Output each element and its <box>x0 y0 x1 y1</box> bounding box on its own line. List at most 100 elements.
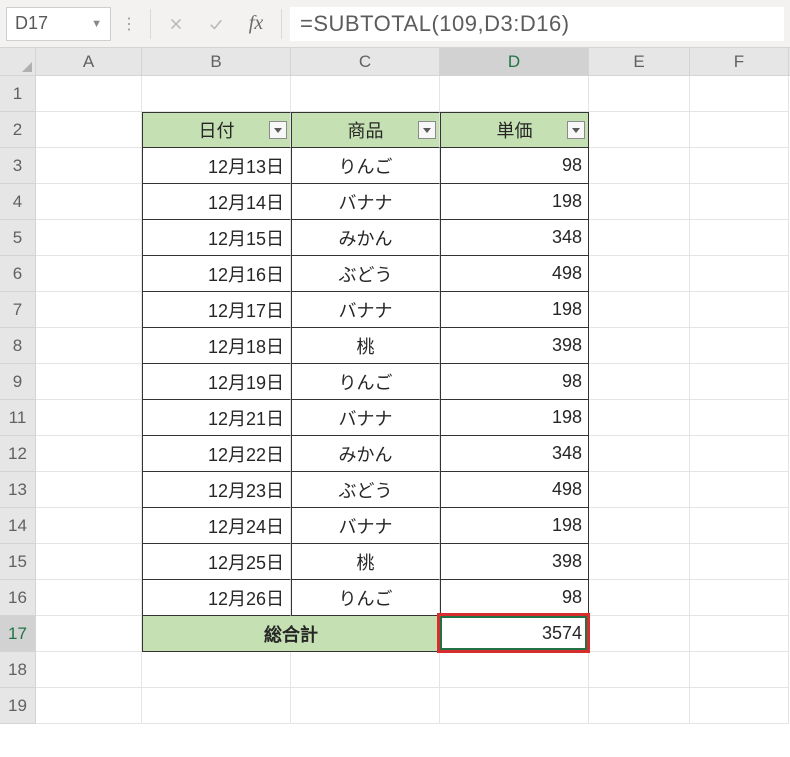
row-header[interactable]: 5 <box>0 220 36 256</box>
cell[interactable] <box>36 184 142 220</box>
cell[interactable] <box>589 76 690 112</box>
cell[interactable] <box>36 76 142 112</box>
table-cell-product[interactable]: バナナ <box>291 508 440 544</box>
cell[interactable] <box>690 76 789 112</box>
cell[interactable] <box>690 688 789 724</box>
table-cell-price[interactable]: 98 <box>440 148 589 184</box>
cell[interactable] <box>589 112 690 148</box>
row-header[interactable]: 6 <box>0 256 36 292</box>
row-header[interactable]: 7 <box>0 292 36 328</box>
table-cell-date[interactable]: 12月14日 <box>142 184 291 220</box>
cell[interactable] <box>36 400 142 436</box>
cell[interactable] <box>690 148 789 184</box>
table-cell-price[interactable]: 398 <box>440 328 589 364</box>
cell[interactable] <box>589 652 690 688</box>
cell[interactable] <box>589 292 690 328</box>
table-cell-date[interactable]: 12月21日 <box>142 400 291 436</box>
cell[interactable] <box>36 472 142 508</box>
cell[interactable] <box>589 364 690 400</box>
cell[interactable] <box>36 544 142 580</box>
table-cell-product[interactable]: 桃 <box>291 544 440 580</box>
cell[interactable] <box>440 688 589 724</box>
table-cell-date[interactable]: 12月18日 <box>142 328 291 364</box>
cell[interactable] <box>36 148 142 184</box>
table-header-date[interactable]: 日付 <box>142 112 291 148</box>
table-cell-product[interactable]: りんご <box>291 580 440 616</box>
row-header[interactable]: 13 <box>0 472 36 508</box>
resize-dots-icon[interactable]: ⋮ <box>117 14 142 34</box>
row-header[interactable]: 16 <box>0 580 36 616</box>
cell[interactable] <box>36 652 142 688</box>
col-header-b[interactable]: B <box>142 48 291 75</box>
cell[interactable] <box>142 688 291 724</box>
cell[interactable] <box>142 76 291 112</box>
cell[interactable] <box>142 652 291 688</box>
table-cell-date[interactable]: 12月15日 <box>142 220 291 256</box>
filter-dropdown-icon[interactable] <box>567 121 585 139</box>
cell[interactable] <box>690 256 789 292</box>
cell[interactable] <box>690 112 789 148</box>
cell[interactable] <box>690 544 789 580</box>
chevron-down-icon[interactable]: ▼ <box>91 18 102 30</box>
cancel-icon[interactable] <box>159 7 193 41</box>
cell[interactable] <box>36 112 142 148</box>
select-all-corner[interactable] <box>0 48 36 75</box>
cell[interactable] <box>690 292 789 328</box>
cell[interactable] <box>690 616 789 652</box>
table-cell-price[interactable]: 498 <box>440 256 589 292</box>
table-cell-date[interactable]: 12月25日 <box>142 544 291 580</box>
row-header[interactable]: 19 <box>0 688 36 724</box>
cell[interactable] <box>690 184 789 220</box>
cell[interactable] <box>690 400 789 436</box>
row-header[interactable]: 12 <box>0 436 36 472</box>
table-cell-price[interactable]: 348 <box>440 436 589 472</box>
cell[interactable] <box>690 364 789 400</box>
table-cell-product[interactable]: バナナ <box>291 400 440 436</box>
col-header-d[interactable]: D <box>440 48 589 75</box>
table-cell-product[interactable]: みかん <box>291 220 440 256</box>
table-cell-date[interactable]: 12月24日 <box>142 508 291 544</box>
table-cell-date[interactable]: 12月13日 <box>142 148 291 184</box>
filter-dropdown-icon[interactable] <box>418 121 436 139</box>
table-cell-product[interactable]: ぶどう <box>291 472 440 508</box>
table-cell-price[interactable]: 348 <box>440 220 589 256</box>
table-cell-product[interactable]: みかん <box>291 436 440 472</box>
col-header-c[interactable]: C <box>291 48 440 75</box>
row-header[interactable]: 4 <box>0 184 36 220</box>
cell[interactable] <box>589 508 690 544</box>
cell[interactable] <box>690 472 789 508</box>
cell[interactable] <box>36 256 142 292</box>
table-footer-label[interactable]: 総合計 <box>142 616 440 652</box>
table-cell-price[interactable]: 198 <box>440 508 589 544</box>
table-cell-product[interactable]: りんご <box>291 364 440 400</box>
cell[interactable] <box>589 544 690 580</box>
cell[interactable] <box>36 508 142 544</box>
cell[interactable] <box>36 328 142 364</box>
cell[interactable] <box>36 688 142 724</box>
cell[interactable] <box>589 688 690 724</box>
cell[interactable] <box>589 184 690 220</box>
cell[interactable] <box>36 292 142 328</box>
cell[interactable] <box>291 688 440 724</box>
cell[interactable] <box>36 220 142 256</box>
table-cell-price[interactable]: 98 <box>440 364 589 400</box>
cell[interactable] <box>690 580 789 616</box>
table-cell-price[interactable]: 98 <box>440 580 589 616</box>
row-header[interactable]: 15 <box>0 544 36 580</box>
cell[interactable] <box>36 580 142 616</box>
table-cell-price[interactable]: 198 <box>440 292 589 328</box>
check-icon[interactable] <box>199 7 233 41</box>
row-header[interactable]: 1 <box>0 76 36 112</box>
row-header[interactable]: 14 <box>0 508 36 544</box>
cell[interactable] <box>291 76 440 112</box>
row-header[interactable]: 17 <box>0 616 36 652</box>
row-header[interactable]: 8 <box>0 328 36 364</box>
cell[interactable] <box>589 328 690 364</box>
col-header-f[interactable]: F <box>690 48 789 75</box>
table-cell-product[interactable]: バナナ <box>291 292 440 328</box>
table-cell-price[interactable]: 198 <box>440 400 589 436</box>
table-cell-date[interactable]: 12月16日 <box>142 256 291 292</box>
table-cell-price[interactable]: 398 <box>440 544 589 580</box>
table-cell-product[interactable]: 桃 <box>291 328 440 364</box>
col-header-a[interactable]: A <box>36 48 142 75</box>
